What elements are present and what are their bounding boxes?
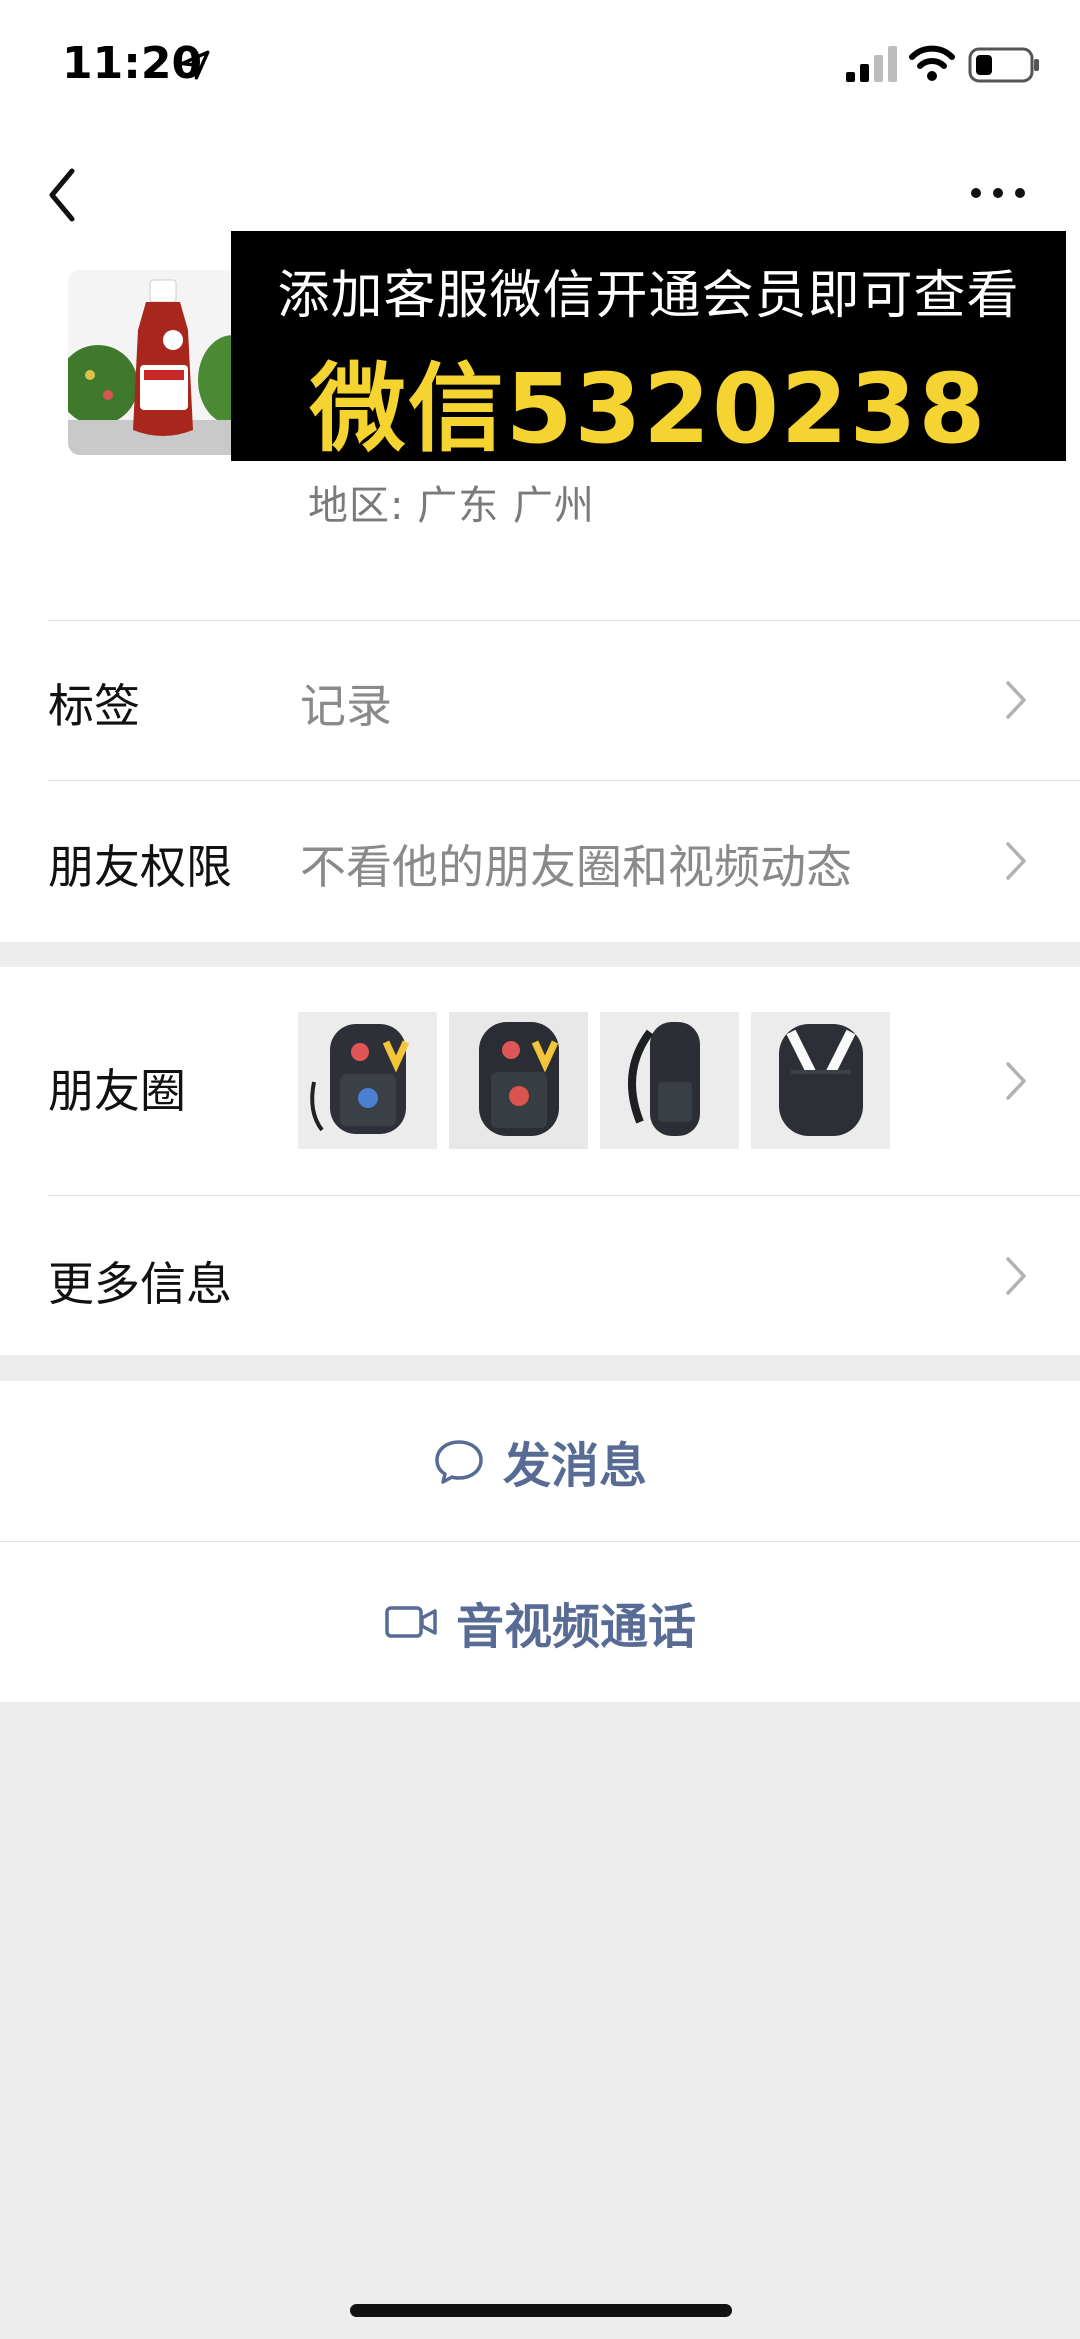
navigation-bar — [0, 135, 1080, 245]
status-bar: 11:20 — [0, 0, 1080, 135]
row-more-info[interactable]: 更多信息 — [0, 1196, 1080, 1355]
moments-thumbnail[interactable] — [600, 1012, 739, 1149]
backpack-image — [751, 1012, 890, 1149]
row-tags-value: 记录 — [300, 679, 392, 733]
location-arrow-icon — [180, 50, 210, 80]
wifi-icon — [909, 45, 955, 81]
region-value: 广东 广州 — [417, 483, 595, 529]
video-call-label: 音视频通话 — [455, 1599, 696, 1655]
send-message-button[interactable]: 发消息 — [0, 1381, 1080, 1541]
moments-section: 朋友圈 更多信息 — [0, 967, 1080, 1355]
chevron-right-icon — [1006, 842, 1026, 880]
avatar[interactable] — [68, 270, 258, 455]
banner-line1: 添加客服微信开通会员即可查看 — [277, 266, 1020, 326]
row-tags-label: 标签 — [48, 679, 140, 733]
home-indicator[interactable] — [350, 2304, 732, 2317]
chevron-right-icon — [1006, 1062, 1026, 1100]
chat-bubble-icon — [435, 1440, 483, 1484]
settings-section: 标签 记录 朋友权限 不看他的朋友圈和视频动态 — [0, 620, 1080, 942]
backpack-image — [449, 1012, 588, 1149]
send-message-label: 发消息 — [502, 1438, 647, 1494]
row-permissions[interactable]: 朋友权限 不看他的朋友圈和视频动态 — [0, 781, 1080, 942]
row-tags[interactable]: 标签 记录 — [0, 620, 1080, 780]
more-options-icon[interactable] — [968, 175, 1028, 211]
row-more-info-label: 更多信息 — [48, 1257, 232, 1311]
chevron-right-icon — [1006, 1257, 1026, 1295]
video-camera-icon — [385, 1606, 437, 1638]
battery-icon — [968, 47, 1039, 83]
row-permissions-label: 朋友权限 — [48, 840, 232, 894]
backpack-image — [298, 1012, 437, 1149]
backpack-image — [600, 1012, 739, 1149]
cellular-signal-icon — [846, 46, 897, 82]
row-moments-label: 朋友圈 — [48, 1064, 186, 1118]
video-call-button[interactable]: 音视频通话 — [0, 1542, 1080, 1702]
avatar-ketchup-image — [68, 270, 258, 455]
back-chevron-icon[interactable] — [40, 163, 90, 227]
moments-thumbnail[interactable] — [751, 1012, 890, 1149]
region-info: 地区: 广东 广州 — [308, 473, 595, 531]
banner-line2: 微信5320238 — [309, 353, 988, 465]
chevron-right-icon — [1006, 681, 1026, 719]
moments-thumbnail[interactable] — [449, 1012, 588, 1149]
moments-thumbnail[interactable] — [298, 1012, 437, 1149]
row-permissions-value: 不看他的朋友圈和视频动态 — [300, 840, 852, 894]
promo-overlay-banner: 添加客服微信开通会员即可查看 微信5320238 — [231, 231, 1066, 465]
row-moments[interactable]: 朋友圈 — [0, 967, 1080, 1195]
region-label: 地区: — [308, 483, 405, 529]
moments-thumbnails — [298, 1012, 890, 1149]
